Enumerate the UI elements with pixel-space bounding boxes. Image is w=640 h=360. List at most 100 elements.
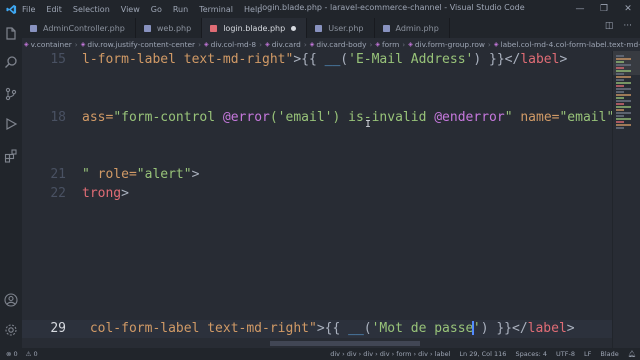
horizontal-scrollbar[interactable]: [270, 341, 420, 346]
minimap-line: [616, 103, 624, 105]
code-line[interactable]: [22, 243, 612, 261]
code-line[interactable]: 21 " role="alert">: [22, 166, 612, 184]
files-icon[interactable]: [4, 26, 18, 40]
code-token: (: [363, 320, 372, 336]
code-line[interactable]: [22, 262, 612, 280]
status-left: ⊗ 0 ⚠ 0: [6, 350, 38, 358]
account-icon[interactable]: [4, 292, 18, 307]
minimap-line: [616, 121, 624, 123]
chevron-right-icon: ›: [259, 40, 263, 49]
breadcrumb-item[interactable]: ◈ div.col-md-8: [204, 40, 256, 49]
menu-view[interactable]: View: [121, 5, 140, 14]
menu-terminal[interactable]: Terminal: [199, 5, 233, 14]
code-token: >: [566, 320, 575, 336]
unsaved-dot-icon[interactable]: [291, 25, 297, 31]
code-token: ': [472, 320, 481, 336]
window-controls: — ❐ ✕: [568, 0, 640, 18]
code-editor[interactable]: 15 l-form-label text-md-right">{{ __('E-M…: [22, 51, 612, 348]
language-mode[interactable]: Blade: [600, 350, 618, 358]
code-token: >{{: [293, 52, 325, 67]
chevron-right-icon: ›: [369, 40, 373, 49]
tab-user[interactable]: User.php: [307, 18, 375, 38]
restore-icon[interactable]: ❐: [592, 0, 616, 18]
minimize-icon[interactable]: —: [568, 0, 592, 18]
line-code: col-form-label text-md-right">{{ __('Mot…: [82, 320, 575, 338]
minimap-line: [616, 112, 631, 114]
line-number: 18: [50, 109, 66, 125]
split-editor-icon[interactable]: ◫: [605, 21, 614, 31]
code-token: ": [504, 109, 513, 125]
line-code: trong>: [82, 185, 129, 203]
tab-label: web.php: [156, 23, 192, 33]
breadcrumb-item[interactable]: ◈ div.card: [265, 40, 301, 49]
minimap-line: [616, 55, 624, 57]
breadcrumb-item[interactable]: ◈ div.row.justify-content-center: [81, 40, 195, 49]
line-code: l-form-label text-md-right">{{ __('E-Mai…: [82, 51, 567, 69]
breadcrumb: ◈ v.container › ◈ div.row.justify-content-c…: [22, 38, 640, 51]
code-token: label: [520, 52, 560, 67]
menu-run[interactable]: Run: [173, 5, 188, 14]
code-token: role=: [89, 167, 137, 183]
menu-file[interactable]: File: [22, 5, 35, 14]
minimap-line: [616, 58, 631, 60]
code-token: >{{: [316, 320, 349, 336]
code-line[interactable]: [22, 128, 612, 146]
breadcrumb-item[interactable]: ◈ v.container: [24, 40, 72, 49]
code-line[interactable]: [22, 281, 612, 299]
run-debug-icon[interactable]: [4, 116, 18, 131]
minimap-line: [616, 118, 631, 120]
minimap-line: [616, 76, 631, 78]
minimap-line: [616, 85, 624, 87]
minimap-line: [616, 115, 624, 117]
search-icon[interactable]: [4, 54, 18, 68]
indentation[interactable]: Spaces: 4: [515, 350, 547, 358]
chevron-right-icon: ›: [198, 40, 202, 49]
code-line[interactable]: [22, 224, 612, 242]
code-token: >: [121, 186, 129, 202]
line-number: 29: [50, 320, 66, 336]
status-element-path[interactable]: div › div › div › div › form › div › lab…: [330, 350, 450, 358]
code-line[interactable]: [22, 147, 612, 165]
code-token: label: [527, 320, 567, 336]
tab-web[interactable]: web.php: [136, 18, 203, 38]
breadcrumb-item[interactable]: ◈label.col-md-4.col-form-label.text-md-r…: [494, 40, 640, 49]
element-icon: ◈: [24, 41, 29, 48]
more-actions-icon[interactable]: ···: [623, 21, 632, 31]
line-ending[interactable]: LF: [584, 350, 591, 358]
breadcrumb-item[interactable]: ◈ div.form-group.row: [408, 40, 485, 49]
tab-admin[interactable]: Admin.php: [375, 18, 450, 38]
line-number: 21: [50, 167, 66, 183]
code-line[interactable]: 15 l-form-label text-md-right">{{ __('E-M…: [22, 51, 612, 69]
warnings-count[interactable]: ⚠ 0: [26, 350, 38, 358]
breadcrumb-item[interactable]: ◈ div.card-body: [310, 40, 367, 49]
code-line[interactable]: [22, 89, 612, 107]
errors-count[interactable]: ⊗ 0: [6, 350, 18, 358]
tab-admincontroller[interactable]: AdminController.php: [22, 18, 136, 38]
code-token: ) }}</: [473, 52, 521, 67]
cursor-position[interactable]: Ln 29, Col 116: [459, 350, 506, 358]
minimap-line: [616, 109, 624, 111]
settings-gear-icon[interactable]: [4, 322, 18, 336]
tab-label: AdminController.php: [43, 23, 125, 33]
code-token: __: [324, 52, 341, 67]
minimap-line: [616, 61, 624, 63]
extensions-icon[interactable]: [4, 148, 18, 163]
minimap[interactable]: [612, 51, 640, 348]
code-line[interactable]: 18 ass="form-control @error('email') is-i…: [22, 109, 612, 127]
breadcrumb-item[interactable]: ◈ form: [375, 40, 399, 49]
code-token: ": [82, 167, 90, 183]
menu-selection[interactable]: Selection: [73, 5, 110, 14]
code-line[interactable]: [22, 205, 612, 223]
menu-go[interactable]: Go: [151, 5, 162, 14]
bell-icon[interactable]: 🔔︎: [628, 350, 636, 358]
encoding[interactable]: UTF-8: [556, 350, 575, 358]
code-line[interactable]: 29 col-form-label text-md-right">{{ __('…: [22, 319, 612, 338]
code-line[interactable]: 22 trong>: [22, 185, 612, 203]
code-token: trong: [82, 186, 122, 202]
code-line[interactable]: [22, 70, 612, 88]
source-control-icon[interactable]: [4, 86, 18, 101]
tab-login-blade[interactable]: login.blade.php: [202, 18, 308, 38]
close-icon[interactable]: ✕: [616, 0, 640, 18]
menu-edit[interactable]: Edit: [46, 5, 62, 14]
code-line[interactable]: [22, 301, 612, 319]
